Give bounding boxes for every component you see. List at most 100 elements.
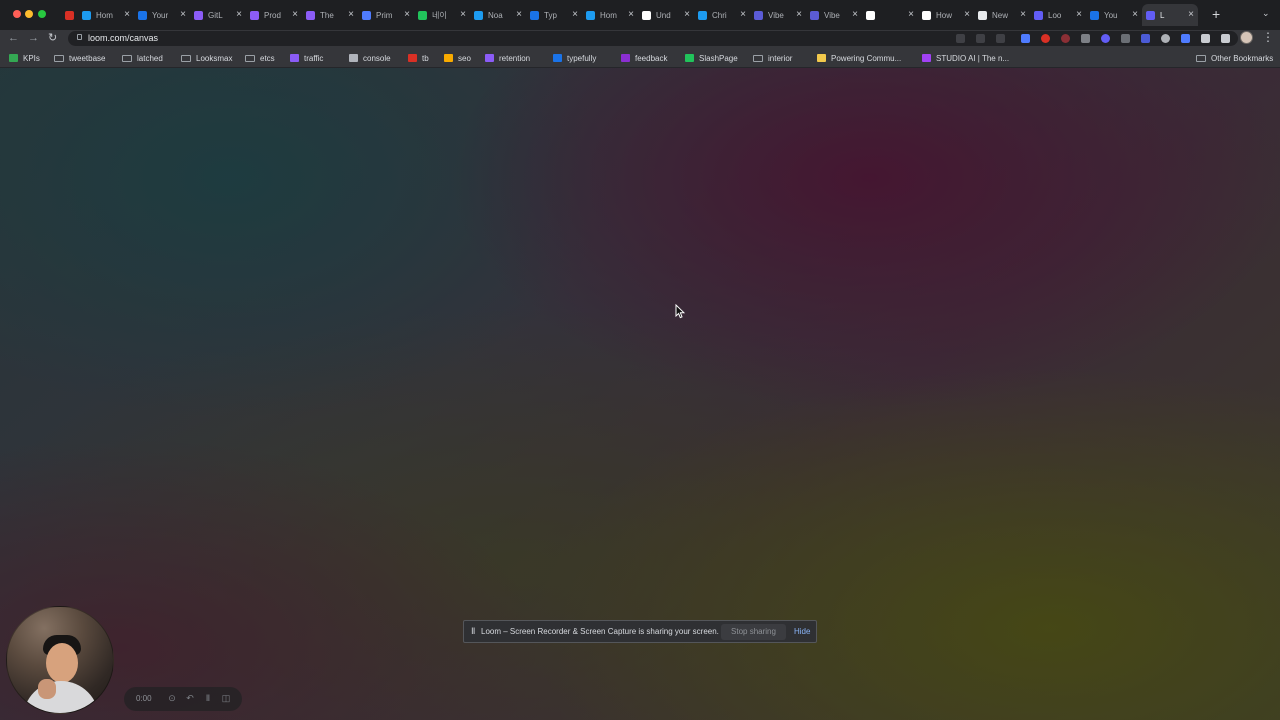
hide-sharing-button[interactable]: Hide bbox=[794, 627, 810, 637]
window-maximize-button[interactable] bbox=[38, 10, 46, 18]
tab-close-icon[interactable]: × bbox=[516, 9, 522, 21]
tab-close-icon[interactable]: × bbox=[796, 9, 802, 21]
share-icon[interactable] bbox=[976, 34, 985, 43]
tab-close-icon[interactable]: × bbox=[236, 9, 242, 21]
bookmark-item[interactable]: tb bbox=[408, 52, 429, 64]
browser-tab[interactable]: Noa × bbox=[470, 4, 526, 26]
person-hand bbox=[38, 679, 56, 699]
extension-icon[interactable] bbox=[1061, 34, 1070, 43]
tab-close-icon[interactable]: × bbox=[572, 9, 578, 21]
browser-tab[interactable]: L × bbox=[1142, 4, 1198, 26]
tab-close-icon[interactable]: × bbox=[1188, 9, 1194, 21]
browser-tab[interactable]: Und × bbox=[638, 4, 694, 26]
bookmark-item[interactable]: seo bbox=[444, 52, 471, 64]
translate-extension-icon[interactable] bbox=[1021, 34, 1030, 43]
browser-tab[interactable]: Chri × bbox=[694, 4, 750, 26]
url-text[interactable]: loom.com/canvas bbox=[88, 33, 158, 44]
side-panel-icon[interactable] bbox=[1221, 34, 1230, 43]
tab-search-chevron-icon[interactable]: ⌄ bbox=[1262, 8, 1270, 19]
bookmark-item[interactable]: typefully bbox=[553, 52, 596, 64]
extension-icon[interactable] bbox=[1161, 34, 1170, 43]
extensions-puzzle-icon[interactable] bbox=[1201, 34, 1210, 43]
pause-icon[interactable]: Ⅱ bbox=[203, 693, 213, 703]
browser-tab[interactable]: GitL × bbox=[190, 4, 246, 26]
kebab-menu-icon[interactable]: ⋮ bbox=[1262, 30, 1274, 44]
browser-tab[interactable]: 네이 × bbox=[414, 4, 470, 26]
browser-tab[interactable]: × bbox=[862, 4, 918, 26]
extension-icon[interactable] bbox=[1041, 34, 1050, 43]
bookmark-item[interactable]: Looksmax bbox=[181, 52, 232, 64]
browser-tab[interactable]: The × bbox=[302, 4, 358, 26]
loom-extension-icon[interactable] bbox=[1101, 34, 1110, 43]
tab-close-icon[interactable]: × bbox=[684, 9, 690, 21]
tab-title: Chri bbox=[712, 10, 727, 20]
browser-tab[interactable]: Vibe × bbox=[750, 4, 806, 26]
address-bar[interactable]: loom.com/canvas bbox=[68, 31, 1238, 46]
tab-favicon-icon bbox=[586, 10, 595, 20]
bookmark-item[interactable]: latched bbox=[122, 52, 163, 64]
tab-close-icon[interactable]: × bbox=[404, 9, 410, 21]
extension-icon[interactable] bbox=[1141, 34, 1150, 43]
bookmark-item[interactable]: retention bbox=[485, 52, 530, 64]
tab-close-icon[interactable]: × bbox=[1132, 9, 1138, 21]
trash-icon[interactable]: ◫ bbox=[221, 693, 231, 703]
browser-tab[interactable]: You × bbox=[1086, 4, 1142, 26]
bookmark-star-icon[interactable] bbox=[996, 34, 1005, 43]
forward-arrow-icon[interactable]: → bbox=[28, 31, 39, 45]
bookmark-item[interactable]: SlashPage bbox=[685, 52, 738, 64]
extension-icon[interactable] bbox=[1081, 34, 1090, 43]
browser-tab[interactable]: How × bbox=[918, 4, 974, 26]
folder-icon bbox=[54, 54, 64, 62]
tab-close-icon[interactable]: × bbox=[124, 9, 130, 21]
bookmark-item[interactable]: KPIs bbox=[9, 52, 40, 64]
browser-tab[interactable]: Hom × bbox=[78, 4, 134, 26]
back-arrow-icon[interactable]: ← bbox=[8, 31, 19, 45]
tab-close-icon[interactable]: × bbox=[460, 9, 466, 21]
browser-tab[interactable]: New × bbox=[974, 4, 1030, 26]
tab-title: Hom bbox=[96, 10, 113, 20]
tab-close-icon[interactable]: × bbox=[852, 9, 858, 21]
stop-sharing-button[interactable]: Stop sharing bbox=[721, 624, 786, 640]
extension-icon[interactable] bbox=[1181, 34, 1190, 43]
bookmark-item[interactable]: interior bbox=[753, 52, 792, 64]
recording-options-icon[interactable]: ⊙ bbox=[167, 693, 177, 703]
tab-close-icon[interactable]: × bbox=[180, 9, 186, 21]
browser-tab[interactable]: Prim × bbox=[358, 4, 414, 26]
tab-close-icon[interactable]: × bbox=[964, 9, 970, 21]
bookmark-item[interactable]: feedback bbox=[621, 52, 667, 64]
tab-close-icon[interactable]: × bbox=[1076, 9, 1082, 21]
tab-close-icon[interactable]: × bbox=[292, 9, 298, 21]
bookmark-item[interactable]: traffic bbox=[290, 52, 323, 64]
browser-tab[interactable]: Your × bbox=[134, 4, 190, 26]
browser-tab[interactable]: Prod × bbox=[246, 4, 302, 26]
profile-avatar[interactable] bbox=[1240, 31, 1253, 44]
bookmark-item[interactable]: console bbox=[349, 52, 391, 64]
tab-close-icon[interactable]: × bbox=[908, 9, 914, 21]
extension-icon[interactable] bbox=[1121, 34, 1130, 43]
bookmark-item[interactable]: tweetbase bbox=[54, 52, 105, 64]
tab-close-icon[interactable]: × bbox=[1020, 9, 1026, 21]
browser-tab[interactable]: Vibe × bbox=[806, 4, 862, 26]
tab-favicon-icon bbox=[810, 10, 819, 20]
bookmark-item[interactable]: etcs bbox=[245, 52, 275, 64]
browser-tab[interactable]: Hom × bbox=[582, 4, 638, 26]
tab-close-icon[interactable]: × bbox=[348, 9, 354, 21]
webcam-bubble[interactable] bbox=[6, 606, 114, 714]
browser-tab[interactable] bbox=[60, 4, 78, 26]
browser-tab[interactable]: Typ × bbox=[526, 4, 582, 26]
window-minimize-button[interactable] bbox=[25, 10, 33, 18]
tab-close-icon[interactable]: × bbox=[628, 9, 634, 21]
bookmark-item[interactable]: Powering Commu... bbox=[817, 52, 901, 64]
bookmark-label: SlashPage bbox=[699, 53, 738, 63]
reload-icon[interactable]: ↻ bbox=[48, 31, 57, 45]
tab-close-icon[interactable]: × bbox=[740, 9, 746, 21]
browser-tab[interactable]: Loo × bbox=[1030, 4, 1086, 26]
new-tab-button[interactable]: + bbox=[1212, 6, 1220, 22]
camera-icon[interactable] bbox=[956, 34, 965, 43]
browser-toolbar: ← → ↻ loom.com/canvas ⋮ bbox=[0, 30, 1280, 47]
other-bookmarks[interactable]: Other Bookmarks bbox=[1196, 52, 1273, 64]
lock-icon bbox=[77, 34, 82, 40]
bookmark-item[interactable]: STUDIO AI | The n... bbox=[922, 52, 1009, 64]
undo-icon[interactable]: ↶ bbox=[185, 693, 195, 703]
window-close-button[interactable] bbox=[13, 10, 21, 18]
